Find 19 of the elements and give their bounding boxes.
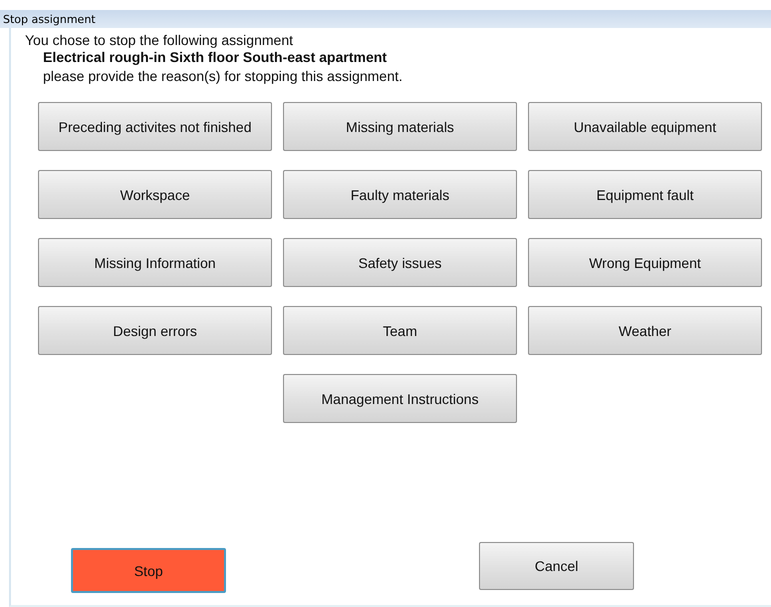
- reason-button[interactable]: Unavailable equipment: [528, 102, 762, 151]
- reason-button[interactable]: Missing materials: [283, 102, 517, 151]
- reason-button[interactable]: Design errors: [38, 306, 272, 355]
- reason-button[interactable]: Workspace: [38, 170, 272, 219]
- reason-button[interactable]: Safety issues: [283, 238, 517, 287]
- reason-button[interactable]: Wrong Equipment: [528, 238, 762, 287]
- reason-button[interactable]: Management Instructions: [283, 374, 517, 423]
- cancel-button[interactable]: Cancel: [479, 542, 634, 590]
- reason-button[interactable]: Missing Information: [38, 238, 272, 287]
- intro-text: You chose to stop the following assignment: [25, 32, 293, 49]
- assignment-name: Electrical rough-in Sixth floor South-east apartment: [42, 49, 387, 66]
- reason-button[interactable]: Team: [283, 306, 517, 355]
- stop-button[interactable]: Stop: [71, 548, 226, 593]
- prompt-text: please provide the reason(s) for stopping this assignment.: [42, 68, 403, 85]
- reason-button[interactable]: Equipment fault: [528, 170, 762, 219]
- reason-button[interactable]: Faulty materials: [283, 170, 517, 219]
- reason-button[interactable]: Weather: [528, 306, 762, 355]
- window-title: Stop assignment: [0, 10, 771, 28]
- reason-button[interactable]: Preceding activites not finished: [38, 102, 272, 151]
